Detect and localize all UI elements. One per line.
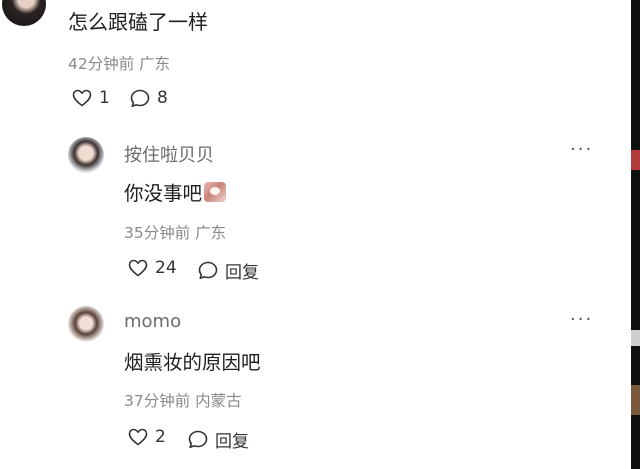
heart-outline-icon	[128, 259, 148, 277]
comment-meta: 35分钟前 广东	[124, 221, 226, 243]
avatar[interactable]	[68, 137, 104, 173]
username[interactable]: momo	[124, 311, 181, 332]
reply-button[interactable]: 回复	[198, 258, 259, 283]
comment-meta: 37分钟前 内蒙古	[124, 389, 242, 411]
like-button[interactable]: 2	[128, 427, 166, 447]
reply-label: 回复	[215, 432, 249, 452]
reply-count-button[interactable]: 8	[130, 88, 168, 108]
comment-text: 怎么跟磕了一样	[68, 10, 208, 34]
like-count: 1	[99, 88, 110, 108]
heart-outline-icon	[128, 428, 148, 446]
right-edge-strip	[631, 0, 640, 469]
comment-time: 37分钟前	[124, 392, 191, 410]
comment-text: 烟熏妆的原因吧	[124, 346, 261, 375]
comment-location: 内蒙古	[195, 392, 242, 410]
comment-time: 35分钟前	[124, 224, 191, 242]
avatar[interactable]	[68, 306, 104, 342]
comment-location: 广东	[139, 55, 171, 73]
speech-bubble-icon	[188, 430, 208, 449]
speech-bubble-icon	[198, 261, 218, 280]
like-button[interactable]: 1	[72, 88, 110, 108]
heart-outline-icon	[72, 89, 92, 107]
reply-button[interactable]: 回复	[188, 427, 249, 452]
reply-label: 回复	[225, 263, 259, 283]
emoji-icon	[204, 181, 227, 202]
more-options-button[interactable]: ···	[570, 139, 593, 160]
speech-bubble-icon	[130, 89, 150, 108]
comment-body: 烟熏妆的原因吧	[124, 351, 261, 374]
comment-time: 42分钟前	[68, 55, 135, 73]
username[interactable]: 按住啦贝贝	[124, 141, 214, 167]
comment-text: 你没事吧	[124, 177, 227, 206]
comment-body: 你没事吧	[124, 182, 203, 205]
like-count: 24	[155, 258, 177, 278]
like-count: 2	[155, 427, 166, 447]
avatar[interactable]	[2, 0, 46, 26]
like-button[interactable]: 24	[128, 258, 177, 278]
comment-location: 广东	[195, 224, 227, 242]
comment-meta: 42分钟前 广东	[68, 52, 170, 74]
reply-count: 8	[157, 88, 168, 108]
more-options-button[interactable]: ···	[570, 309, 593, 330]
